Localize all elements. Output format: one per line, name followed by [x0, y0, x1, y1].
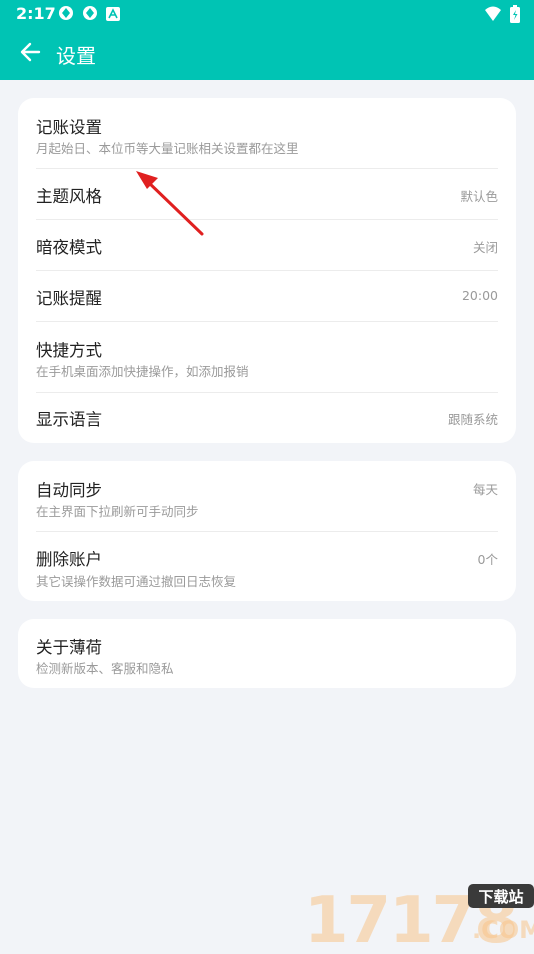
- item-title: 关于薄荷: [36, 638, 102, 657]
- item-title: 显示语言: [36, 410, 102, 429]
- settings-item-reminder[interactable]: 记账提醒 20:00: [18, 271, 516, 321]
- settings-item-delete-account[interactable]: 删除账户 其它误操作数据可通过撤回日志恢复 0个: [18, 532, 516, 601]
- sync-icon: [82, 5, 98, 25]
- watermark-suffix: .COM: [472, 916, 534, 944]
- item-title: 暗夜模式: [36, 238, 102, 257]
- item-title: 记账设置: [36, 118, 102, 137]
- status-icons-left: [58, 5, 120, 25]
- settings-item-shortcut[interactable]: 快捷方式 在手机桌面添加快捷操作，如添加报销: [18, 322, 516, 392]
- item-value: 0个: [477, 552, 498, 567]
- item-value: 关闭: [472, 240, 498, 255]
- settings-item-bookkeeping[interactable]: 记账设置 月起始日、本位币等大量记账相关设置都在这里: [18, 98, 516, 168]
- sync-icon: [58, 5, 74, 25]
- item-subtitle: 检测新版本、客服和隐私: [36, 661, 174, 676]
- battery-icon: [510, 5, 520, 27]
- item-subtitle: 在手机桌面添加快捷操作，如添加报销: [36, 364, 249, 379]
- item-value: 每天: [472, 482, 498, 497]
- item-subtitle: 在主界面下拉刷新可手动同步: [36, 504, 199, 519]
- item-title: 记账提醒: [36, 289, 102, 308]
- settings-item-about[interactable]: 关于薄荷 检测新版本、客服和隐私: [18, 619, 516, 688]
- status-time: 2:17: [16, 4, 56, 23]
- settings-item-dark-mode[interactable]: 暗夜模式 关闭: [18, 220, 516, 270]
- settings-card-sync: 自动同步 在主界面下拉刷新可手动同步 每天 删除账户 其它误操作数据可通过撤回日…: [18, 461, 516, 601]
- back-button[interactable]: [14, 38, 46, 70]
- status-icons-right: [484, 5, 520, 27]
- settings-card-general: 记账设置 月起始日、本位币等大量记账相关设置都在这里 主题风格 默认色 暗夜模式…: [18, 98, 516, 443]
- app-bar: 设置: [0, 28, 534, 80]
- item-value: 20:00: [461, 288, 498, 303]
- item-title: 自动同步: [36, 481, 102, 500]
- page-title: 设置: [56, 44, 96, 68]
- watermark-logo: 17178 下载站 .COM: [304, 880, 534, 954]
- a-notification-icon: [106, 6, 120, 25]
- item-value: 默认色: [460, 189, 498, 204]
- settings-item-auto-sync[interactable]: 自动同步 在主界面下拉刷新可手动同步 每天: [18, 461, 516, 531]
- settings-card-about: 关于薄荷 检测新版本、客服和隐私: [18, 619, 516, 688]
- item-title: 删除账户: [36, 550, 102, 569]
- arrow-left-icon: [19, 41, 41, 67]
- item-subtitle: 其它误操作数据可通过撤回日志恢复: [36, 574, 237, 589]
- wifi-icon: [484, 6, 502, 26]
- item-subtitle: 月起始日、本位币等大量记账相关设置都在这里: [36, 141, 299, 156]
- settings-item-language[interactable]: 显示语言 跟随系统: [18, 393, 516, 443]
- status-bar: 2:17: [0, 0, 534, 28]
- settings-item-theme[interactable]: 主题风格 默认色: [18, 169, 516, 219]
- item-title: 快捷方式: [36, 341, 102, 360]
- item-value: 跟随系统: [447, 412, 498, 427]
- watermark-badge: 下载站: [478, 888, 523, 906]
- item-title: 主题风格: [36, 187, 102, 206]
